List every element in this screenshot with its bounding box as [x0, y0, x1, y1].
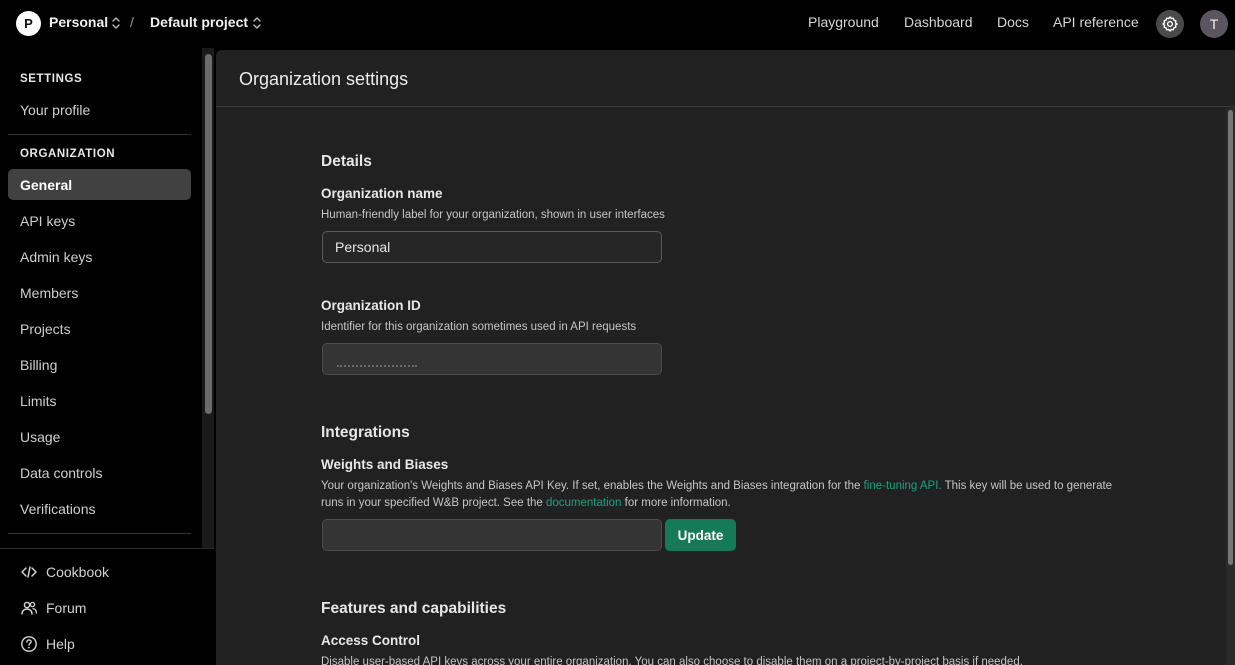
org-avatar[interactable]: P [16, 11, 41, 36]
sidebar-item-general[interactable]: General [8, 169, 191, 200]
sidebar-item-limits[interactable]: Limits [8, 385, 191, 416]
org-name-value: Personal [335, 239, 391, 255]
wandb-label: Weights and Biases [321, 457, 449, 472]
org-name-label: Organization name [321, 186, 443, 201]
sidebar: SETTINGS Your profile ORGANIZATION Gener… [0, 48, 214, 665]
org-id-label: Organization ID [321, 298, 421, 313]
gear-icon [1162, 16, 1178, 32]
wandb-api-key-input[interactable] [322, 519, 662, 551]
org-id-field[interactable] [322, 343, 662, 375]
sidebar-divider [8, 533, 191, 534]
main-header: Organization settings [216, 50, 1235, 107]
sidebar-link-label: Forum [46, 600, 87, 616]
org-id-masked-value [337, 364, 417, 368]
org-name-help: Human-friendly label for your organizati… [321, 209, 665, 221]
sidebar-link-help[interactable]: Help [20, 635, 75, 653]
main-scrollbar-thumb[interactable] [1228, 110, 1233, 565]
sidebar-item-projects[interactable]: Projects [8, 313, 191, 344]
nav-api-reference[interactable]: API reference [1053, 14, 1139, 30]
org-id-help: Identifier for this organization sometim… [321, 321, 637, 333]
code-icon [20, 563, 38, 581]
nav-playground[interactable]: Playground [808, 14, 879, 30]
nav-docs[interactable]: Docs [997, 14, 1029, 30]
sidebar-heading-organization: ORGANIZATION [20, 148, 116, 160]
section-title-details: Details [321, 153, 372, 170]
chevron-updown-icon[interactable] [252, 15, 262, 31]
project-switcher[interactable]: Default project [150, 14, 248, 30]
sidebar-link-label: Cookbook [46, 564, 110, 580]
sidebar-link-label: Help [46, 636, 75, 652]
sidebar-link-forum[interactable]: Forum [20, 599, 86, 617]
sidebar-scrollbar-thumb[interactable] [205, 54, 212, 414]
wandb-help: Your organization's Weights and Biases A… [321, 478, 1121, 512]
update-button[interactable]: Update [665, 519, 736, 551]
sidebar-footer-divider [0, 548, 214, 549]
user-avatar[interactable]: T [1200, 10, 1228, 38]
settings-button[interactable] [1156, 10, 1184, 38]
chevron-updown-icon[interactable] [111, 15, 121, 31]
sidebar-scroll-area: SETTINGS Your profile ORGANIZATION Gener… [0, 48, 202, 548]
main-panel: Organization settings Details Organizati… [216, 50, 1235, 665]
org-name-input[interactable]: Personal [322, 231, 662, 263]
sidebar-link-cookbook[interactable]: Cookbook [20, 563, 109, 581]
page-title: Organization settings [239, 69, 409, 89]
org-switcher[interactable]: Personal [49, 14, 108, 30]
nav-dashboard[interactable]: Dashboard [904, 14, 973, 30]
breadcrumb-separator: / [130, 14, 134, 30]
sidebar-item-usage[interactable]: Usage [8, 421, 191, 452]
sidebar-item-verifications[interactable]: Verifications [8, 493, 191, 524]
help-circle-icon [20, 635, 38, 653]
fine-tuning-api-link[interactable]: fine-tuning API. [864, 480, 942, 492]
documentation-link[interactable]: documentation [546, 497, 621, 509]
sidebar-item-billing[interactable]: Billing [8, 349, 191, 380]
sidebar-item-your-profile[interactable]: Your profile [8, 94, 191, 125]
section-title-integrations: Integrations [321, 424, 410, 441]
top-bar: P Personal / Default project Playground … [0, 0, 1235, 48]
sidebar-item-data-controls[interactable]: Data controls [8, 457, 191, 488]
sidebar-item-admin-keys[interactable]: Admin keys [8, 241, 191, 272]
wandb-help-text: for more information. [621, 497, 731, 509]
sidebar-item-api-keys[interactable]: API keys [8, 205, 191, 236]
access-control-help: Disable user-based API keys across your … [321, 656, 1023, 665]
sidebar-item-members[interactable]: Members [8, 277, 191, 308]
sidebar-heading-settings: SETTINGS [20, 73, 83, 85]
users-icon [20, 599, 38, 617]
section-title-features: Features and capabilities [321, 600, 507, 617]
sidebar-divider [8, 134, 191, 135]
wandb-help-text: Your organization's Weights and Biases A… [321, 480, 864, 492]
access-control-label: Access Control [321, 633, 421, 648]
